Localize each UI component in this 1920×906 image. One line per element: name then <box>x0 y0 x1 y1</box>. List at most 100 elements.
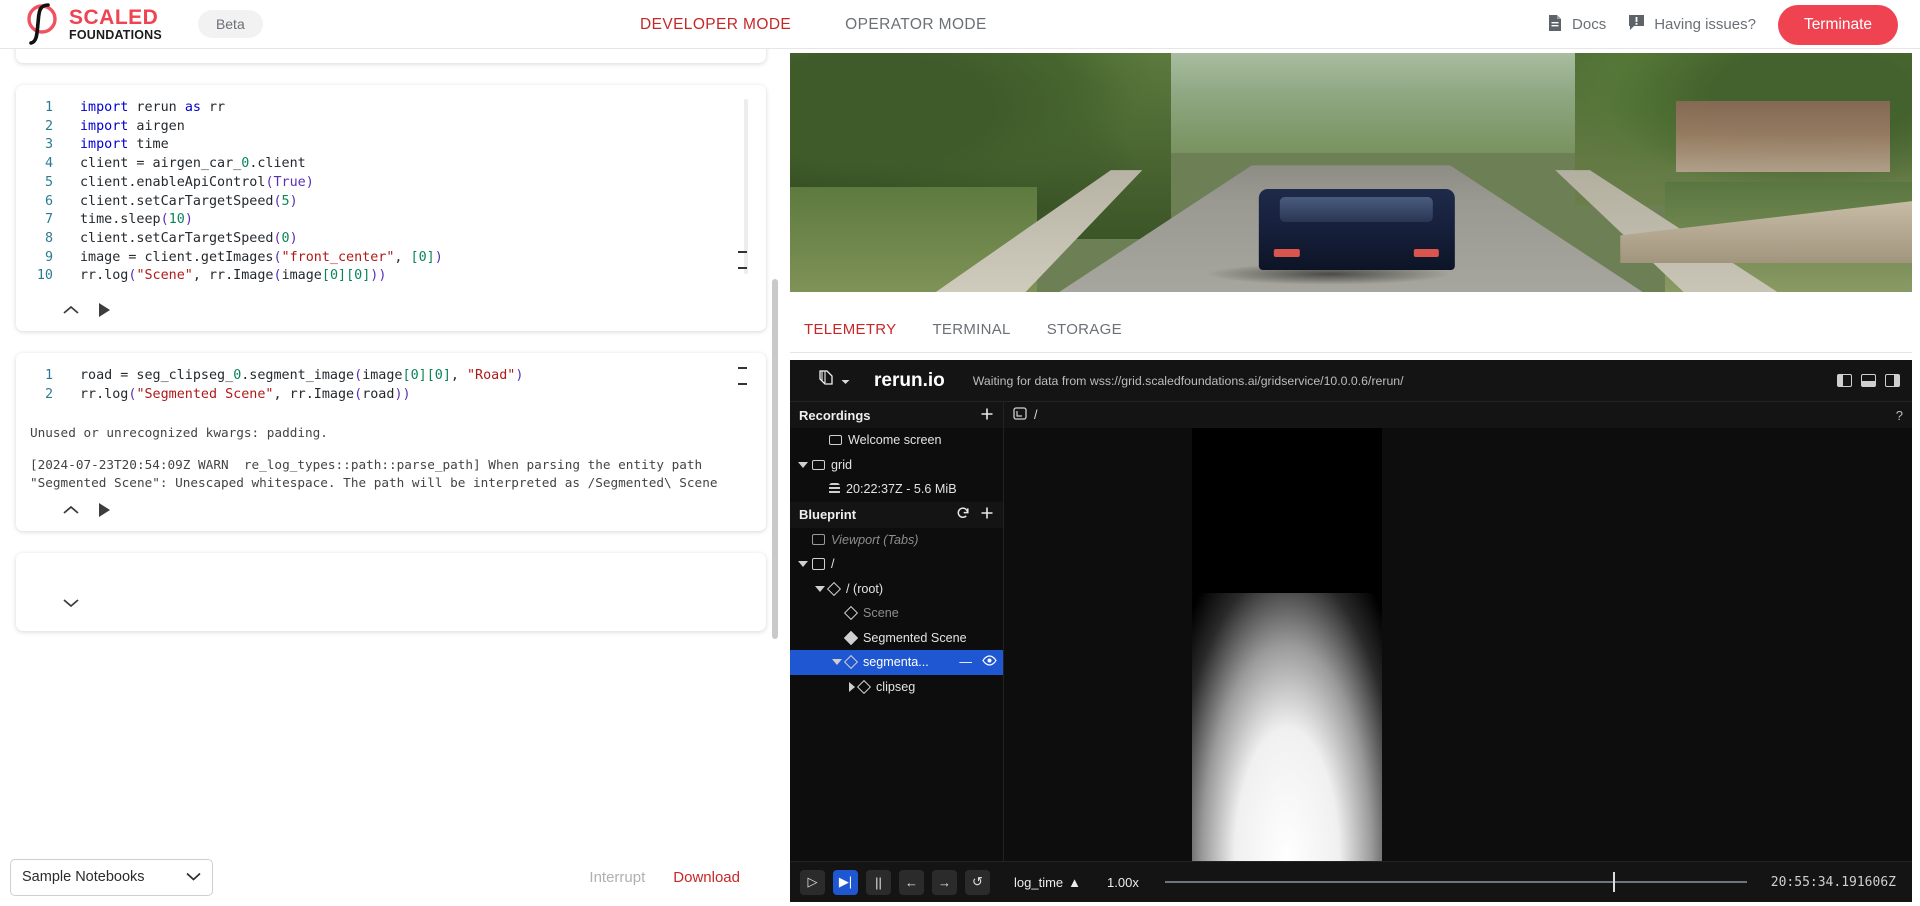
play-button[interactable]: ▷ <box>800 869 825 895</box>
document-icon <box>1547 14 1563 36</box>
line-code: client.setCarTargetSpeed(0) <box>80 230 298 246</box>
tree-row[interactable]: / <box>790 552 1003 577</box>
sort-ascending-icon: ▲ <box>1068 874 1082 890</box>
help-icon[interactable]: ? <box>1896 408 1903 423</box>
tree-row-label: Welcome screen <box>848 433 942 448</box>
chevron-down-icon[interactable] <box>815 585 825 592</box>
tree-row[interactable]: / (root) <box>790 577 1003 602</box>
collapse-cell-icon[interactable] <box>62 304 80 316</box>
sample-notebooks-select[interactable]: Sample Notebooks <box>10 858 213 896</box>
rerun-toolbar: rerun.io Waiting for data from wss://gri… <box>790 360 1912 402</box>
ego-vehicle <box>1258 189 1455 271</box>
reset-blueprint-icon[interactable] <box>956 506 970 523</box>
cell-caret-mark <box>738 251 747 253</box>
download-button[interactable]: Download <box>673 869 740 886</box>
line-code: import rerun as rr <box>80 100 226 115</box>
simulation-camera-view <box>790 53 1912 292</box>
add-blueprint-icon[interactable] <box>980 506 994 523</box>
timeline-selector[interactable]: log_time ▲ <box>1014 875 1081 890</box>
timeline-playhead[interactable] <box>1612 872 1615 892</box>
rerun-menu-button[interactable] <box>816 368 850 393</box>
follow-button[interactable]: ▶| <box>833 869 858 895</box>
expand-cell-icon[interactable] <box>62 597 80 609</box>
tree-row[interactable]: Welcome screen <box>790 428 1003 453</box>
line-code: rr.log("Segmented Scene", rr.Image(road)… <box>80 386 411 402</box>
chevron-down-icon[interactable] <box>798 461 808 468</box>
timeline-track[interactable] <box>1164 872 1747 892</box>
chevron-down-icon[interactable] <box>798 561 808 568</box>
loop-button[interactable]: ↺ <box>965 869 990 895</box>
line-number: 5 <box>44 174 53 190</box>
interrupt-button[interactable]: Interrupt <box>589 869 645 886</box>
tree-row[interactable]: segmenta... — <box>790 650 1003 675</box>
cell-scrollbar[interactable] <box>744 99 748 274</box>
line-code: time.sleep(10) <box>80 212 193 228</box>
tree-row[interactable]: Segmented Scene <box>790 626 1003 651</box>
collapse-cell-icon-2[interactable] <box>62 504 80 516</box>
recordings-title: Recordings <box>799 407 871 423</box>
eye-icon[interactable] <box>982 655 997 669</box>
chevron-right-icon[interactable] <box>849 681 855 692</box>
code-line: 5 client.enableApiControl(True) <box>34 174 748 193</box>
feedback-icon <box>1628 14 1645 35</box>
code-editor-2[interactable]: 1 road = seg_clipseg_0.segment_image(imag… <box>16 353 766 410</box>
notebook-cell-1[interactable]: 1 import rerun as rr 2 import airgen 3 import… <box>16 85 766 332</box>
tree-row[interactable]: clipseg <box>790 675 1003 700</box>
tree-row-label: / <box>831 557 835 572</box>
run-cell-icon-2[interactable] <box>97 502 111 518</box>
step-back-button[interactable]: ← <box>899 869 924 895</box>
rerun-logo-icon <box>816 368 836 393</box>
line-number: 1 <box>44 100 53 115</box>
tree-row-label: Viewport (Tabs) <box>831 532 919 547</box>
tab-telemetry[interactable]: TELEMETRY <box>804 321 896 344</box>
line-number: 6 <box>44 193 53 209</box>
notebook-scrollbar[interactable] <box>772 279 778 639</box>
tree-row[interactable]: grid <box>790 453 1003 478</box>
tree-row[interactable]: Scene <box>790 601 1003 626</box>
cell-caret-mark-4 <box>738 383 747 385</box>
terminate-button[interactable]: Terminate <box>1777 4 1898 45</box>
line-number: 2 <box>44 118 53 134</box>
segmentation-mask <box>1192 592 1382 861</box>
current-time-label: 20:55:34.191606Z <box>1770 874 1896 890</box>
brand-logo[interactable]: SCALED FOUNDATIONS <box>22 1 162 47</box>
viewer-tab-group: TELEMETRY TERMINAL STORAGE <box>790 311 1912 353</box>
screen-icon <box>829 435 842 446</box>
breadcrumb-path: / <box>1034 408 1038 422</box>
rerun-sidebar: Recordings Welcome screen grid 20:22:37Z -… <box>790 402 1004 861</box>
pause-button[interactable]: || <box>866 869 891 895</box>
line-code: import airgen <box>80 118 185 134</box>
line-number: 4 <box>44 156 53 172</box>
rerun-breadcrumb: / ? <box>1004 402 1912 428</box>
run-cell-icon[interactable] <box>97 302 111 318</box>
chevron-down-icon[interactable] <box>832 659 842 666</box>
cell-output-warning-2: [2024-07-23T20:54:09Z WARN re_log_types:… <box>30 457 718 491</box>
docs-label: Docs <box>1572 16 1607 33</box>
tree-row[interactable]: Viewport (Tabs) <box>790 528 1003 553</box>
add-recording-icon[interactable] <box>980 407 994 424</box>
tree-row[interactable]: 20:22:37Z - 5.6 MiB <box>790 477 1003 502</box>
tab-storage[interactable]: STORAGE <box>1047 321 1122 344</box>
code-editor-1[interactable]: 1 import rerun as rr 2 import airgen 3 import… <box>16 85 766 292</box>
step-forward-button[interactable]: → <box>932 869 957 895</box>
line-code: client.enableApiControl(True) <box>80 174 314 190</box>
tree-row-label: clipseg <box>876 679 916 694</box>
tab-operator-mode[interactable]: OPERATOR MODE <box>845 16 987 34</box>
toggle-right-panel-icon[interactable] <box>1885 374 1900 387</box>
tab-terminal[interactable]: TERMINAL <box>932 321 1010 344</box>
notebook-cell-3[interactable] <box>16 553 766 632</box>
visibility-dash-icon[interactable]: — <box>959 655 972 669</box>
code-line: 1 road = seg_clipseg_0.segment_image(imag… <box>34 367 748 386</box>
toggle-bottom-panel-icon[interactable] <box>1861 374 1876 387</box>
docs-link[interactable]: Docs <box>1547 14 1606 36</box>
notebook-pane: 1 import rerun as rr 2 import airgen 3 import… <box>0 49 782 906</box>
rerun-canvas[interactable] <box>1004 428 1912 861</box>
sample-notebooks-label: Sample Notebooks <box>22 869 145 885</box>
toggle-left-panel-icon[interactable] <box>1837 374 1852 387</box>
blueprint-section-header: Blueprint <box>790 501 1003 528</box>
notebook-cell-2[interactable]: 1 road = seg_clipseg_0.segment_image(imag… <box>16 353 766 532</box>
having-issues-link[interactable]: Having issues? <box>1628 14 1756 35</box>
tab-developer-mode[interactable]: DEVELOPER MODE <box>640 16 791 34</box>
playback-rate[interactable]: 1.00x <box>1107 875 1139 890</box>
code-line: 9 image = client.getImages("front_center"… <box>34 249 748 268</box>
